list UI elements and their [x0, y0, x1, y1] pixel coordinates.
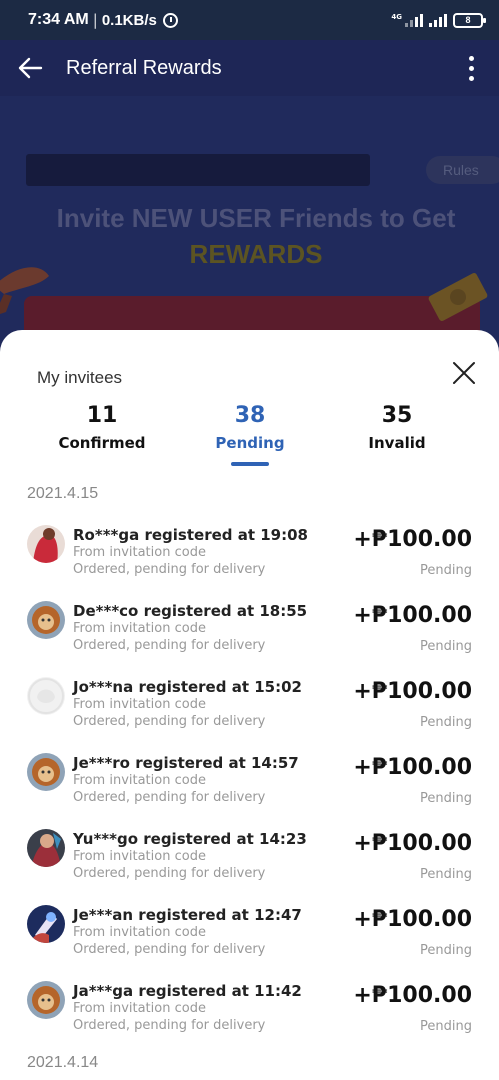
tab-invalid[interactable]: 35 Invalid	[327, 400, 467, 454]
avatar	[27, 753, 65, 791]
invitee-detail: Ordered, pending for delivery	[73, 790, 266, 805]
confirmed-label: Confirmed	[58, 434, 146, 452]
reward-amount: +₱100.00	[353, 603, 472, 628]
referral-banner: Rules Invite NEW USER Friends to Get REW…	[0, 96, 499, 346]
status-time: 7:34 AM	[28, 11, 89, 28]
invitee-source: From invitation code	[73, 925, 206, 940]
invitee-row[interactable]: Ja***ga registered at 11:42 From invitat…	[0, 981, 499, 1057]
reward-status: Pending	[420, 715, 472, 730]
invitee-title: Je***ro registered at 14:57	[73, 754, 299, 772]
avatar	[27, 981, 65, 1019]
invitee-row[interactable]: Yu***go registered at 14:23 From invitat…	[0, 829, 499, 905]
invitee-row[interactable]: Ro***ga registered at 19:08 From invitat…	[0, 525, 499, 601]
cellular-signal-icon: 4G	[391, 13, 423, 27]
invitee-title: Je***an registered at 12:47	[73, 906, 302, 924]
pending-label: Pending	[215, 434, 285, 452]
arrow-left-icon	[18, 57, 43, 79]
pending-count: 38	[234, 403, 266, 428]
reward-amount: +₱100.00	[353, 755, 472, 780]
date-header: 2021.4.15	[27, 485, 99, 502]
invitee-source: From invitation code	[73, 545, 206, 560]
reward-amount: +₱100.00	[353, 907, 472, 932]
battery-icon: 8	[453, 12, 486, 28]
banknote-icon	[428, 273, 488, 321]
reward-amount: +₱100.00	[353, 831, 472, 856]
cellular-signal-2-icon	[429, 13, 447, 27]
invitee-row[interactable]: Jo***na registered at 15:02 From invitat…	[0, 677, 499, 753]
invitee-source: From invitation code	[73, 1001, 206, 1016]
reward-amount: +₱100.00	[353, 983, 472, 1008]
invitee-row[interactable]: Je***ro registered at 14:57 From invitat…	[0, 753, 499, 829]
sheet-title: My invitees	[37, 368, 123, 387]
banner-headline: Invite NEW USER Friends to Get REWARDS	[0, 200, 499, 272]
reward-amount: +₱100.00	[353, 679, 472, 704]
invitee-row[interactable]: De***co registered at 18:55 From invitat…	[0, 601, 499, 677]
invitee-detail: Ordered, pending for delivery	[73, 942, 266, 957]
invitee-source: From invitation code	[73, 849, 206, 864]
invitee-title: De***co registered at 18:55	[73, 602, 308, 620]
page-title: Referral Rewards	[66, 56, 222, 79]
date-header: 2021.4.14	[27, 1054, 99, 1071]
status-bar: 7:34 AM | 0.1KB/s 4G 8	[0, 0, 499, 40]
confirmed-count: 11	[86, 403, 118, 428]
avatar	[27, 677, 65, 715]
invalid-label: Invalid	[368, 434, 426, 452]
invitee-row[interactable]: Je***an registered at 12:47 From invitat…	[0, 905, 499, 981]
more-options-button[interactable]	[443, 40, 499, 96]
reward-status: Pending	[420, 943, 472, 958]
battery-level: 8	[465, 15, 471, 25]
avatar	[27, 829, 65, 867]
invitee-title: Ro***ga registered at 19:08	[73, 526, 308, 544]
invitee-detail: Ordered, pending for delivery	[73, 1018, 266, 1033]
tab-pending[interactable]: 38 Pending	[180, 400, 320, 466]
reward-status: Pending	[420, 1019, 472, 1034]
reward-status: Pending	[420, 639, 472, 654]
close-icon[interactable]	[448, 357, 480, 389]
invitee-source: From invitation code	[73, 773, 206, 788]
invitees-sheet: My invitees 11 Confirmed 38 Pending 35 I…	[0, 330, 499, 1080]
avatar	[27, 525, 65, 563]
back-button[interactable]	[0, 40, 60, 96]
banner-headline-line2: REWARDS	[189, 239, 323, 269]
invitee-title: Ja***ga registered at 11:42	[73, 982, 302, 1000]
more-vertical-icon	[468, 55, 474, 61]
active-tab-indicator	[231, 462, 269, 466]
reward-status: Pending	[420, 563, 472, 578]
reward-status: Pending	[420, 791, 472, 806]
invitee-detail: Ordered, pending for delivery	[73, 714, 266, 729]
banner-headline-line1: Invite NEW USER Friends to Get	[56, 203, 456, 233]
network-rate: 0.1KB/s	[101, 11, 157, 29]
invitee-detail: Ordered, pending for delivery	[73, 562, 266, 577]
avatar	[27, 905, 65, 943]
reward-status: Pending	[420, 867, 472, 882]
invitee-source: From invitation code	[73, 621, 206, 636]
invitee-title: Yu***go registered at 14:23	[73, 830, 307, 848]
app-header: Referral Rewards	[0, 40, 499, 96]
invitee-detail: Ordered, pending for delivery	[73, 638, 266, 653]
avatar	[27, 601, 65, 639]
invitee-title: Jo***na registered at 15:02	[73, 678, 302, 696]
rules-button[interactable]: Rules	[426, 156, 499, 184]
status-separator: |	[92, 11, 98, 29]
reward-amount: +₱100.00	[353, 527, 472, 552]
alarm-icon	[162, 12, 178, 28]
invitee-detail: Ordered, pending for delivery	[73, 866, 266, 881]
tab-confirmed[interactable]: 11 Confirmed	[32, 400, 172, 454]
network-type-label: 4G	[391, 13, 402, 21]
banner-bar	[26, 154, 370, 186]
invitee-source: From invitation code	[73, 697, 206, 712]
invalid-count: 35	[381, 403, 413, 428]
